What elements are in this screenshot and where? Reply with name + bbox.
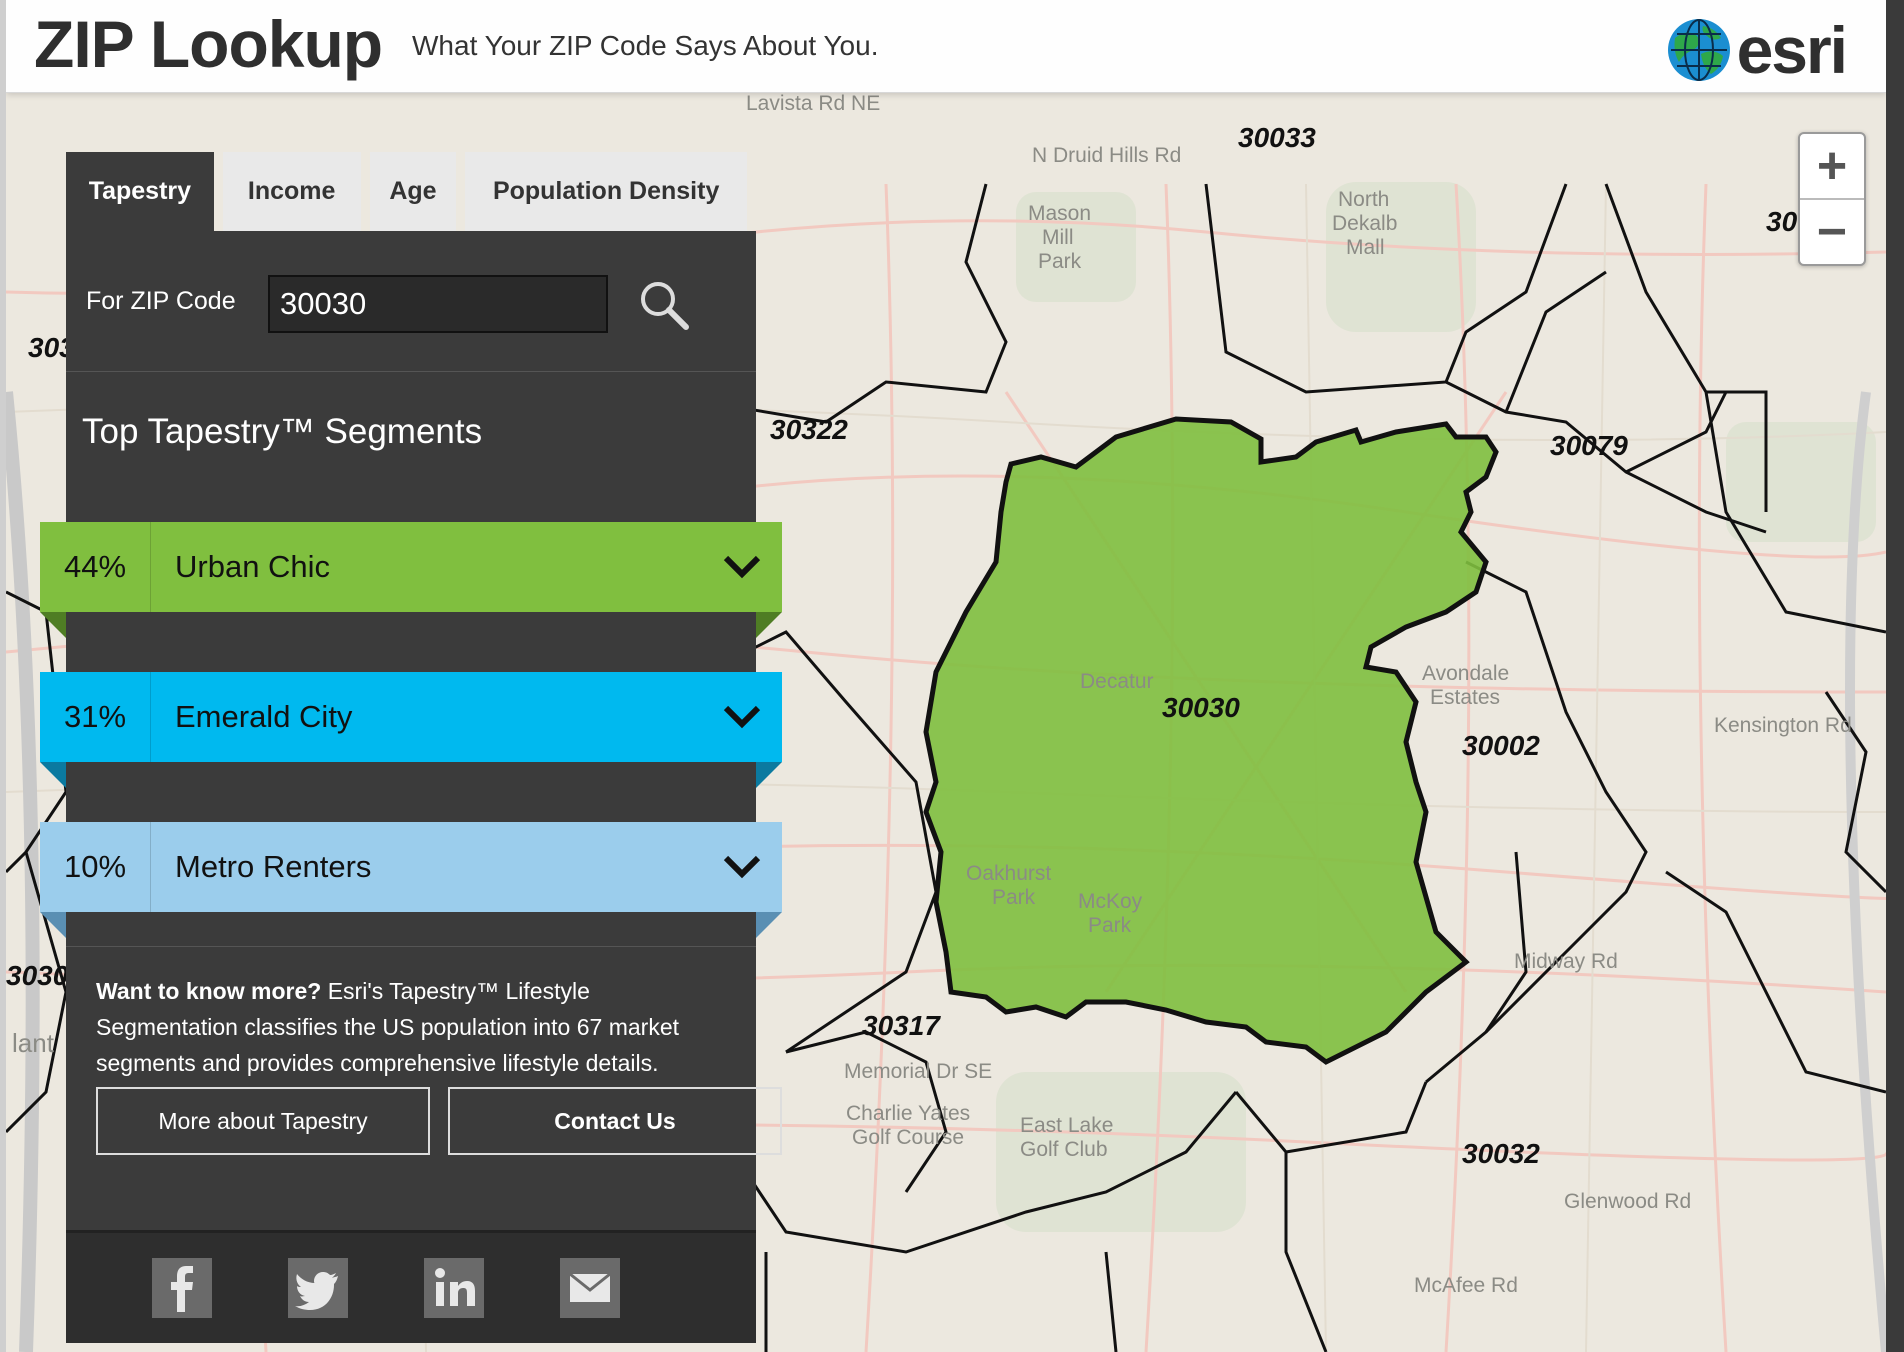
place-label: Park (992, 886, 1036, 909)
segments-title: Top Tapestry™ Segments (82, 412, 483, 451)
more-info-buttons: More about Tapestry Contact Us (96, 1087, 800, 1155)
segment-percent: 31% (40, 672, 151, 762)
place-label: Park (1038, 250, 1082, 273)
segment-name: Metro Renters (175, 849, 372, 884)
zip-label: 30322 (770, 414, 848, 445)
segment-percent: 44% (40, 522, 151, 612)
search-icon[interactable] (636, 277, 692, 333)
place-label: Decatur (1080, 670, 1154, 693)
app-title: ZIP Lookup (34, 7, 383, 81)
ribbon-fold-left (40, 912, 66, 938)
zip-search-label: For ZIP Code (86, 287, 236, 315)
zip-label: 3030 (6, 960, 69, 991)
more-info-text: Want to know more? Esri's Tapestry™ Life… (96, 973, 726, 1081)
globe-icon (1667, 18, 1731, 82)
zip-label: 30030 (1162, 692, 1240, 723)
segments-header: Top Tapestry™ Segments (66, 372, 756, 522)
place-label: Avondale (1422, 662, 1510, 685)
ribbon-fold-left (40, 762, 66, 788)
place-label: Glenwood Rd (1564, 1190, 1692, 1213)
app-header: ZIP Lookup What Your ZIP Code Says About… (6, 0, 1886, 93)
place-label: N Druid Hills Rd (1032, 144, 1182, 167)
place-label: Midway Rd (1514, 950, 1618, 973)
chevron-down-icon[interactable] (702, 672, 782, 762)
zoom-control: + − (1798, 132, 1866, 266)
zip-search-row: For ZIP Code (66, 231, 756, 372)
place-label: McAfee Rd (1414, 1274, 1518, 1297)
more-info-lead: Want to know more? (96, 978, 322, 1004)
twitter-icon[interactable] (288, 1258, 348, 1318)
zip-label: 30033 (1238, 122, 1316, 153)
zoom-out-button[interactable]: − (1800, 200, 1864, 264)
chevron-down-icon[interactable] (702, 822, 782, 912)
tab-population-density[interactable]: Population Density (465, 152, 747, 231)
place-label: East Lake (1020, 1114, 1114, 1137)
linkedin-icon[interactable] (424, 1258, 484, 1318)
place-label: Dekalb (1332, 212, 1398, 235)
place-label: Golf Course (852, 1126, 965, 1149)
segment-item: 10% Metro Renters (40, 822, 782, 946)
ribbon-fold-right (756, 612, 782, 638)
ribbon-fold-right (756, 762, 782, 788)
zip-label: 30 (1766, 206, 1798, 237)
window-left-edge (0, 0, 6, 1352)
social-share-bar (66, 1230, 756, 1343)
email-icon[interactable] (560, 1258, 620, 1318)
esri-wordmark: esri (1736, 13, 1848, 87)
more-info-section: Want to know more? Esri's Tapestry™ Life… (66, 946, 782, 1230)
place-label: Oakhurst (966, 862, 1052, 885)
tab-bar: Tapestry Income Age Population Density (66, 152, 756, 231)
esri-logo[interactable]: esri (1667, 12, 1848, 88)
zip-label: 30317 (862, 1010, 940, 1041)
zip-label: 30002 (1462, 730, 1540, 761)
place-label: Lavista Rd NE (746, 92, 881, 115)
ribbon-fold-left (40, 612, 66, 638)
place-label: Estates (1430, 686, 1501, 709)
zip-label: 30079 (1550, 430, 1628, 461)
place-label: Mill (1042, 226, 1074, 249)
place-label: Charlie Yates (846, 1102, 971, 1125)
place-label: lant (12, 1028, 54, 1058)
place-label: Park (1088, 914, 1132, 937)
ribbon-fold-right (756, 912, 782, 938)
zip-code-input[interactable] (268, 275, 608, 333)
app-tagline: What Your ZIP Code Says About You. (412, 30, 879, 61)
place-label: Mason (1028, 202, 1092, 225)
segment-item: 44% Urban Chic (40, 522, 782, 672)
place-label: McKoy (1078, 890, 1143, 913)
segment-urban-chic[interactable]: 44% Urban Chic (40, 522, 782, 612)
segment-name: Emerald City (175, 699, 353, 734)
contact-us-button[interactable]: Contact Us (448, 1087, 782, 1155)
window-right-edge (1886, 0, 1904, 1352)
tab-age[interactable]: Age (369, 152, 457, 231)
place-label: Memorial Dr SE (844, 1060, 993, 1083)
place-label: Kensington Rd (1714, 714, 1852, 737)
tab-income[interactable]: Income (222, 152, 361, 231)
more-about-tapestry-button[interactable]: More about Tapestry (96, 1087, 430, 1155)
chevron-down-icon[interactable] (702, 522, 782, 612)
segment-percent: 10% (40, 822, 151, 912)
segment-metro-renters[interactable]: 10% Metro Renters (40, 822, 782, 912)
place-label: North (1338, 188, 1390, 211)
zip-label: 30032 (1462, 1138, 1540, 1169)
segment-emerald-city[interactable]: 31% Emerald City (40, 672, 782, 762)
tab-tapestry[interactable]: Tapestry (66, 152, 214, 231)
segment-name: Urban Chic (175, 549, 331, 584)
facebook-icon[interactable] (152, 1258, 212, 1318)
tapestry-panel: Tapestry Income Age Population Density F… (40, 152, 782, 1343)
place-label: Golf Club (1020, 1138, 1108, 1161)
place-label: Mall (1346, 236, 1385, 259)
zoom-in-button[interactable]: + (1800, 134, 1864, 200)
panel-body: For ZIP Code Top Tapestry™ Segments 44% … (40, 231, 782, 1343)
segment-item: 31% Emerald City (40, 672, 782, 822)
